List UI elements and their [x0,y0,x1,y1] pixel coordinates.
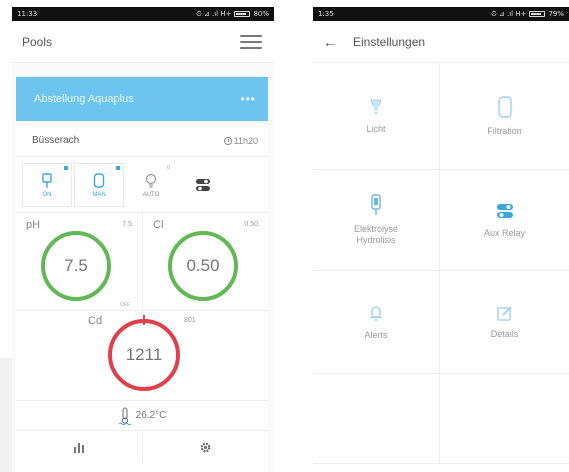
signal-icons: ⏱ ⊿ .ıl H+ [196,9,232,18]
light-toggle[interactable]: ON [22,163,72,207]
status-icons: ⏱ ⊿ .ıl H+ 79% [491,10,564,19]
switch-toggle[interactable] [178,163,228,207]
app-bar: ← Einstellungen [313,21,569,63]
temperature-value: 26.2°C [135,410,167,421]
page-title: Einstellungen [353,34,426,49]
cl-label: Cl [153,219,164,231]
active-indicator [116,166,120,170]
pool-time-value: 11h20 [233,135,258,146]
cd-label: Cd [88,315,103,327]
app-bar: Pools [12,21,274,63]
bulb-toggle[interactable]: 0 AUTO [126,163,176,207]
settings-item-label: Elektrolyse Hydrolisis [353,224,398,245]
bulb-indicator: 0 [167,165,170,171]
active-indicator [64,166,68,170]
cd-ring: 1211 [108,319,180,391]
settings-item-label: Alerts [364,329,388,340]
pool-name: Büsserach [32,135,80,146]
bar-chart-icon [73,443,84,453]
settings-item-licht[interactable]: Licht [313,63,440,170]
bulb-toggle-label: AUTO [142,191,160,198]
status-bar: 11:33 ⏱ ⊿ .ıl H+ 80% [12,7,274,21]
settings-empty-cell [313,374,440,464]
menu-icon[interactable] [240,34,262,49]
filter-icon [497,95,512,118]
cd-gauge[interactable]: Cd 801 1211 [16,311,268,401]
cl-ring: 0.50 [168,231,238,301]
settings-item-alerts[interactable]: Alerts [313,271,440,374]
temperature-row: 26.2°C [16,401,268,431]
status-icons: ⏱ ⊿ .ıl H+ 80% [196,10,269,19]
light-toggle-label: ON [42,191,52,198]
pool-header: Büsserach 11h20 [16,125,268,157]
settings-empty-cell [440,374,569,464]
ph-gauge[interactable]: pH 7.5 7.5 OFF [16,213,142,310]
bottom-nav [16,431,268,463]
status-time: 1:35 [318,10,334,18]
ph-ring: 7.5 [41,231,111,301]
cl-setpoint: 0.50 [244,221,258,228]
settings-item-label: Details [490,328,519,339]
more-options-button[interactable]: ••• [240,92,256,106]
settings-grid: Licht Filtration Elektrolyse Hydrolisis [313,63,569,464]
cd-setpoint: 801 [184,317,196,324]
battery-icon [234,11,251,17]
pool-time: 11h20 [223,135,258,146]
gear-icon [200,442,211,452]
device-toggles: ON MAN 0 AUTO [16,163,268,213]
left-phone-screen: 11:33 ⏱ ⊿ .ıl H+ 80% Pools Abstellung Aq… [12,7,274,472]
ph-label: pH [26,219,41,231]
signal-icons: ⏱ ⊿ .ıl H+ [491,9,527,18]
right-phone-screen: 1:35 ⏱ ⊿ .ıl H+ 79% ← Einstellungen Lich… [313,7,569,472]
back-arrow-icon[interactable]: ← [323,34,337,50]
statistics-button[interactable] [16,431,142,463]
battery-level: 80% [253,10,269,18]
ph-status: OFF [120,302,130,308]
settings-item-label: Licht [366,123,386,134]
status-bar: 1:35 ⏱ ⊿ .ıl H+ 79% [313,7,569,21]
settings-item-filtration[interactable]: Filtration [440,63,569,170]
filtration-toggle-label: MAN [92,191,106,198]
lamp-icon [42,172,52,188]
settings-item-aux-relay[interactable]: Aux Relay [440,170,569,271]
settings-item-details[interactable]: Details [440,271,569,374]
ph-setpoint: 7.5 [122,221,132,228]
cd-value: 1211 [125,345,163,364]
thermometer-icon [118,406,131,425]
bulb-icon [145,173,157,188]
clock-icon [223,136,232,145]
filter-icon [93,172,105,188]
toggle-icon [496,203,513,218]
settings-item-label: Aux Relay [483,227,526,238]
pool-banner[interactable]: Abstellung Aquaplus ••• [16,77,268,121]
cl-value: 0.50 [186,256,220,275]
status-time: 11:33 [17,10,38,18]
settings-item-elektrolyse[interactable]: Elektrolyse Hydrolisis [313,170,440,271]
ph-value: 7.5 [64,256,88,275]
screenshot-stage: 11:33 ⏱ ⊿ .ıl H+ 80% Pools Abstellung Aq… [0,0,569,472]
settings-button[interactable] [141,431,269,463]
bell-icon [370,305,382,321]
probe-icon [371,194,381,215]
switch-icon [196,179,210,191]
battery-icon [529,11,546,17]
cl-gauge[interactable]: Cl 0.50 0.50 [142,213,268,310]
filtration-toggle[interactable]: MAN [74,163,124,207]
bulb-icon [370,99,382,113]
sensor-gauges: pH 7.5 7.5 OFF Cl 0.50 0.50 [16,213,268,311]
pool-card: Büsserach 11h20 ON MAN 0 AUTO pH 7.5 7.5… [16,125,268,472]
page-title: Pools [22,34,53,49]
cd-setpoint-marker [143,315,145,325]
settings-item-label: Filtration [487,125,522,136]
battery-level: 79% [548,10,564,18]
banner-title: Abstellung Aquaplus [34,93,134,105]
edit-icon [496,305,512,321]
